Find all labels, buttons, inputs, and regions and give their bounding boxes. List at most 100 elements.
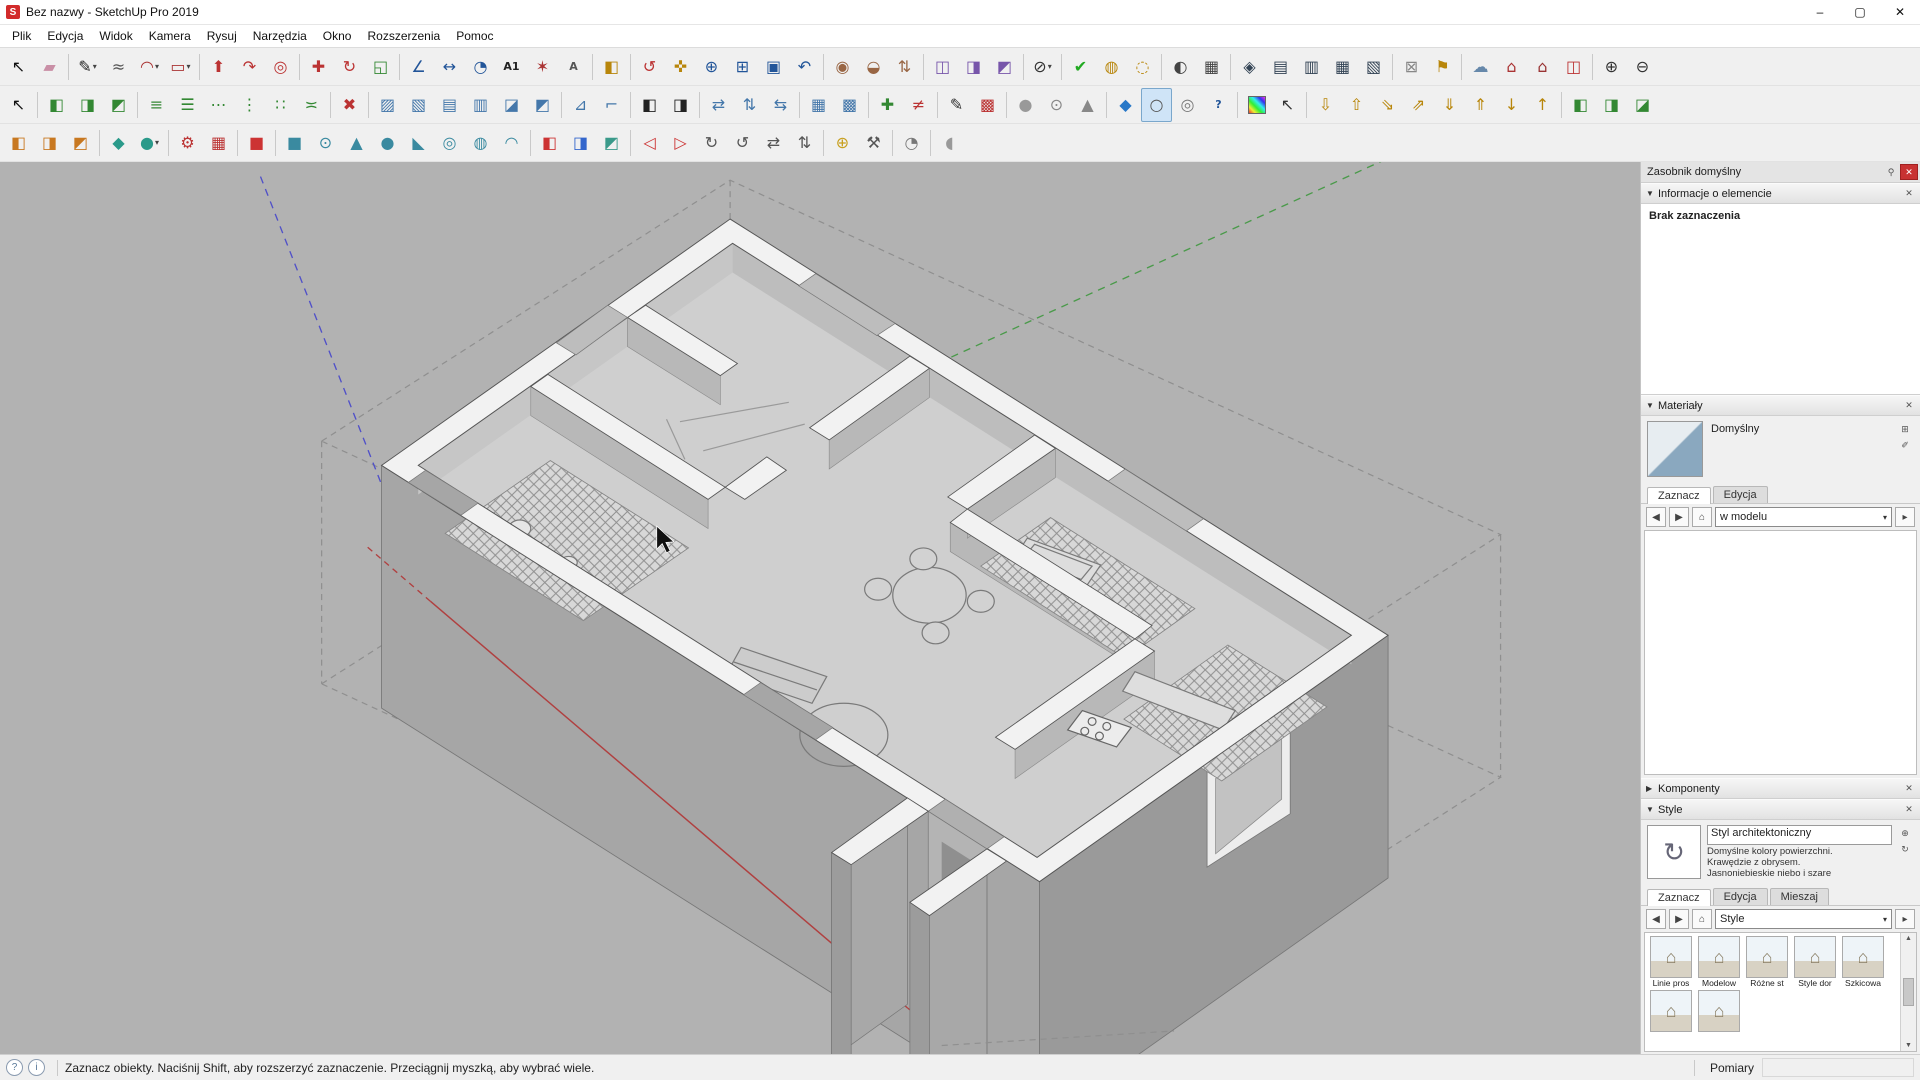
stamp-icon[interactable]: ◖ bbox=[934, 126, 965, 160]
menu-pomoc[interactable]: Pomoc bbox=[448, 27, 501, 45]
zoom-in-icon[interactable]: ⊕ bbox=[1596, 50, 1627, 84]
dropdown-arrow-icon[interactable]: ▾ bbox=[155, 138, 159, 147]
tab-zaznacz[interactable]: Zaznacz bbox=[1647, 487, 1711, 504]
back-arrow-icon[interactable]: ◀ bbox=[1646, 507, 1666, 527]
group-close-icon[interactable]: ◪ bbox=[1627, 88, 1658, 122]
component-attributes-icon[interactable]: ◩ bbox=[103, 88, 134, 122]
section-close-icon[interactable]: ✕ bbox=[1900, 186, 1918, 202]
hammer-icon[interactable]: ⚒ bbox=[858, 126, 889, 160]
tab-edycja[interactable]: Edycja bbox=[1713, 486, 1768, 503]
material-replace-icon[interactable]: ▩ bbox=[972, 88, 1003, 122]
refresh-style-icon[interactable]: ↻ bbox=[1896, 841, 1914, 857]
paint-teal-icon[interactable]: ◩ bbox=[596, 126, 627, 160]
style-preview[interactable]: ↻ bbox=[1647, 825, 1701, 879]
style-thumbnail[interactable]: ⌂Linie pros bbox=[1648, 936, 1694, 988]
cylinder-shape-icon[interactable]: ⊙ bbox=[1041, 88, 1072, 122]
3d-warehouse-icon[interactable]: ⌂ bbox=[1496, 50, 1527, 84]
soften-edges-icon[interactable]: ○ bbox=[1141, 88, 1172, 122]
menu-edycja[interactable]: Edycja bbox=[39, 27, 91, 45]
section-header-element-info[interactable]: ▼ Informacje o elemencie ✕ bbox=[1641, 183, 1920, 204]
axes-tool-icon[interactable]: ✶ bbox=[527, 50, 558, 84]
cone-shape-icon[interactable]: ▲ bbox=[1072, 88, 1103, 122]
back-view-icon[interactable]: ▧ bbox=[1358, 50, 1389, 84]
line-tool-icon[interactable]: ✎▾ bbox=[72, 50, 103, 84]
style-name-input[interactable]: Styl architektoniczny bbox=[1707, 825, 1892, 845]
styles-collection-dropdown[interactable]: Style▾ bbox=[1715, 909, 1892, 929]
remove-guide-icon[interactable]: ≠ bbox=[903, 88, 934, 122]
protractor-tool-icon[interactable]: ◔ bbox=[465, 50, 496, 84]
sketch-edit-icon[interactable]: ✎ bbox=[941, 88, 972, 122]
help-icon[interactable]: ? bbox=[1203, 88, 1234, 122]
table-add-icon[interactable]: ▩ bbox=[834, 88, 865, 122]
create-material-icon[interactable]: ⊞ bbox=[1896, 421, 1914, 437]
flag-icon[interactable]: ⚑ bbox=[1427, 50, 1458, 84]
check-icon[interactable]: ✔ bbox=[1065, 50, 1096, 84]
push-pull-tool-icon[interactable]: ⬆ bbox=[203, 50, 234, 84]
align-horizontal-icon[interactable]: ≡ bbox=[141, 88, 172, 122]
extension-warehouse-icon[interactable]: ⌂ bbox=[1527, 50, 1558, 84]
look-around-tool-icon[interactable]: ◒ bbox=[858, 50, 889, 84]
make-component-icon[interactable]: ◧ bbox=[41, 88, 72, 122]
section-header-styles[interactable]: ▼ Style ✕ bbox=[1641, 799, 1920, 820]
paint-bucket-tool-icon[interactable]: ◧ bbox=[596, 50, 627, 84]
component-cube-icon[interactable]: ◨ bbox=[34, 126, 65, 160]
gear-icon[interactable]: ⚙ bbox=[172, 126, 203, 160]
array-copy-icon[interactable]: ⇅ bbox=[734, 88, 765, 122]
divide-grid-icon[interactable]: ▥ bbox=[465, 88, 496, 122]
position-camera-tool-icon[interactable]: ◉ bbox=[827, 50, 858, 84]
menu-narzędzia[interactable]: Narzędzia bbox=[245, 27, 315, 45]
center-align-icon[interactable]: ≍ bbox=[296, 88, 327, 122]
section-header-components[interactable]: ▶ Komponenty ✕ bbox=[1641, 778, 1920, 799]
basket-icon[interactable]: ◌ bbox=[1127, 50, 1158, 84]
forward-arrow-icon[interactable]: ▶ bbox=[1669, 507, 1689, 527]
material-preview[interactable] bbox=[1647, 421, 1703, 477]
face-style-dropdown-icon[interactable]: ⊘▾ bbox=[1027, 50, 1058, 84]
primitive-tube-icon[interactable]: ◍ bbox=[465, 126, 496, 160]
primitive-cylinder-icon[interactable]: ⊙ bbox=[310, 126, 341, 160]
menu-plik[interactable]: Plik bbox=[4, 27, 39, 45]
volume-icon[interactable]: ◎ bbox=[1172, 88, 1203, 122]
select-alt-tool-icon[interactable]: ↖ bbox=[3, 88, 34, 122]
scale-tool-icon[interactable]: ◱ bbox=[365, 50, 396, 84]
vase-icon[interactable]: ◍ bbox=[1096, 50, 1127, 84]
menu-rozszerzenia[interactable]: Rozszerzenia bbox=[359, 27, 448, 45]
component-options-icon[interactable]: ◨ bbox=[72, 88, 103, 122]
water-drop-icon[interactable]: ◆ bbox=[1110, 88, 1141, 122]
style-thumbnail[interactable]: ⌂Szkicowa bbox=[1840, 936, 1886, 988]
section-close-icon[interactable]: ✕ bbox=[1900, 781, 1918, 797]
scroll-up-icon[interactable]: ▲ bbox=[1905, 933, 1912, 944]
close-button[interactable]: ✕ bbox=[1880, 0, 1920, 24]
3d-viewport[interactable] bbox=[0, 162, 1640, 1054]
details-icon[interactable]: ▸ bbox=[1895, 507, 1915, 527]
level-measure-icon[interactable]: ⌐ bbox=[596, 88, 627, 122]
pin-icon[interactable]: ⚲ bbox=[1882, 164, 1900, 180]
back-arrow-icon[interactable]: ◀ bbox=[1646, 909, 1666, 929]
style-thumbnail[interactable]: ⌂ bbox=[1696, 990, 1742, 1032]
scroll-down-icon[interactable]: ▼ bbox=[1905, 1040, 1912, 1051]
eraser-tool-icon[interactable]: ▰ bbox=[34, 50, 65, 84]
import-ifc-icon[interactable]: ↓ bbox=[1496, 88, 1527, 122]
primitive-cone-icon[interactable]: ▲ bbox=[341, 126, 372, 160]
link-style-icon[interactable]: ⊕ bbox=[1896, 825, 1914, 841]
maximize-button[interactable]: ▢ bbox=[1840, 0, 1880, 24]
export-dwg-icon[interactable]: ⇑ bbox=[1465, 88, 1496, 122]
dropdown-arrow-icon[interactable]: ▾ bbox=[1048, 62, 1052, 71]
dropdown-arrow-icon[interactable]: ▾ bbox=[93, 62, 97, 71]
align-vertical-icon[interactable]: ☰ bbox=[172, 88, 203, 122]
zoom-out-icon[interactable]: ⊖ bbox=[1627, 50, 1658, 84]
menu-okno[interactable]: Okno bbox=[315, 27, 360, 45]
tape-measure-tool-icon[interactable]: ∠ bbox=[403, 50, 434, 84]
right-view-icon[interactable]: ▦ bbox=[1327, 50, 1358, 84]
import-image-icon[interactable]: ⇘ bbox=[1372, 88, 1403, 122]
minimize-button[interactable]: – bbox=[1800, 0, 1840, 24]
primitive-torus-icon[interactable]: ◎ bbox=[434, 126, 465, 160]
style-thumbnail[interactable]: ⌂Modelow bbox=[1696, 936, 1742, 988]
collapse-arrow-icon[interactable]: ▼ bbox=[1646, 189, 1658, 198]
details-icon[interactable]: ▸ bbox=[1895, 909, 1915, 929]
tray-close-icon[interactable]: ✕ bbox=[1900, 164, 1918, 180]
primitive-box-icon[interactable]: ■ bbox=[279, 126, 310, 160]
measurements-input[interactable] bbox=[1762, 1058, 1914, 1077]
collapse-arrow-icon[interactable]: ▼ bbox=[1646, 401, 1658, 410]
home-icon[interactable]: ⌂ bbox=[1692, 909, 1712, 929]
invert-icon[interactable]: ◨ bbox=[665, 88, 696, 122]
